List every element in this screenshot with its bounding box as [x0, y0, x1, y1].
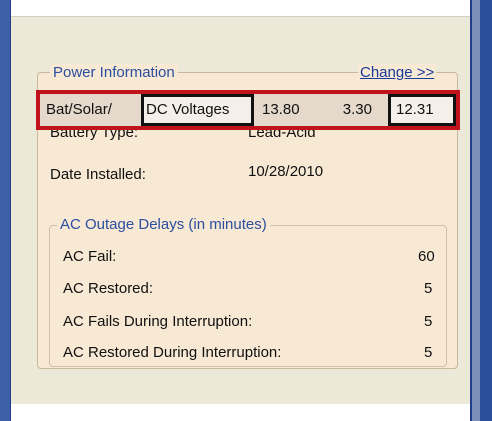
battery-type-value: Lead-Acid [248, 130, 316, 140]
power-information-title: Power Information [50, 64, 178, 82]
ac-restored-value: 5 [424, 280, 433, 297]
voltage-value-3: 12.31 [388, 94, 456, 126]
window-top-area [11, 0, 470, 16]
voltage-row-highlight: Bat/Solar/ DC Voltages 13.80 3.30 12.31 [36, 90, 460, 130]
ac-fail-value: 60 [418, 248, 435, 265]
ac-fail-label: AC Fail: [63, 248, 117, 265]
ac-fails-during-interruption-label: AC Fails During Interruption: [63, 313, 253, 330]
window-bottom-area [11, 404, 470, 421]
window-left-frame [0, 0, 11, 421]
ac-restored-label: AC Restored: [63, 280, 154, 297]
ac-restored-during-interruption-label: AC Restored During Interruption: [63, 344, 282, 361]
ac-outage-title: AC Outage Delays (in minutes) [57, 216, 270, 234]
window-right-frame-inner [480, 0, 492, 421]
battery-type-label-clip: Battery Type: [50, 130, 170, 140]
voltage-row-label: Bat/Solar/ [46, 101, 112, 118]
dc-voltages-label: DC Voltages [141, 94, 254, 126]
change-link[interactable]: Change >> [358, 64, 437, 82]
ac-fails-during-interruption-value: 5 [424, 313, 433, 330]
date-installed-label: Date Installed: [50, 166, 146, 183]
voltage-value-1: 13.80 [262, 101, 300, 118]
ac-restored-during-interruption-value: 5 [424, 344, 433, 361]
voltage-value-2: 3.30 [342, 101, 372, 118]
battery-type-label: Battery Type: [50, 130, 139, 140]
date-installed-value: 10/28/2010 [248, 163, 324, 180]
battery-type-value-clip: Lead-Acid [248, 130, 368, 140]
